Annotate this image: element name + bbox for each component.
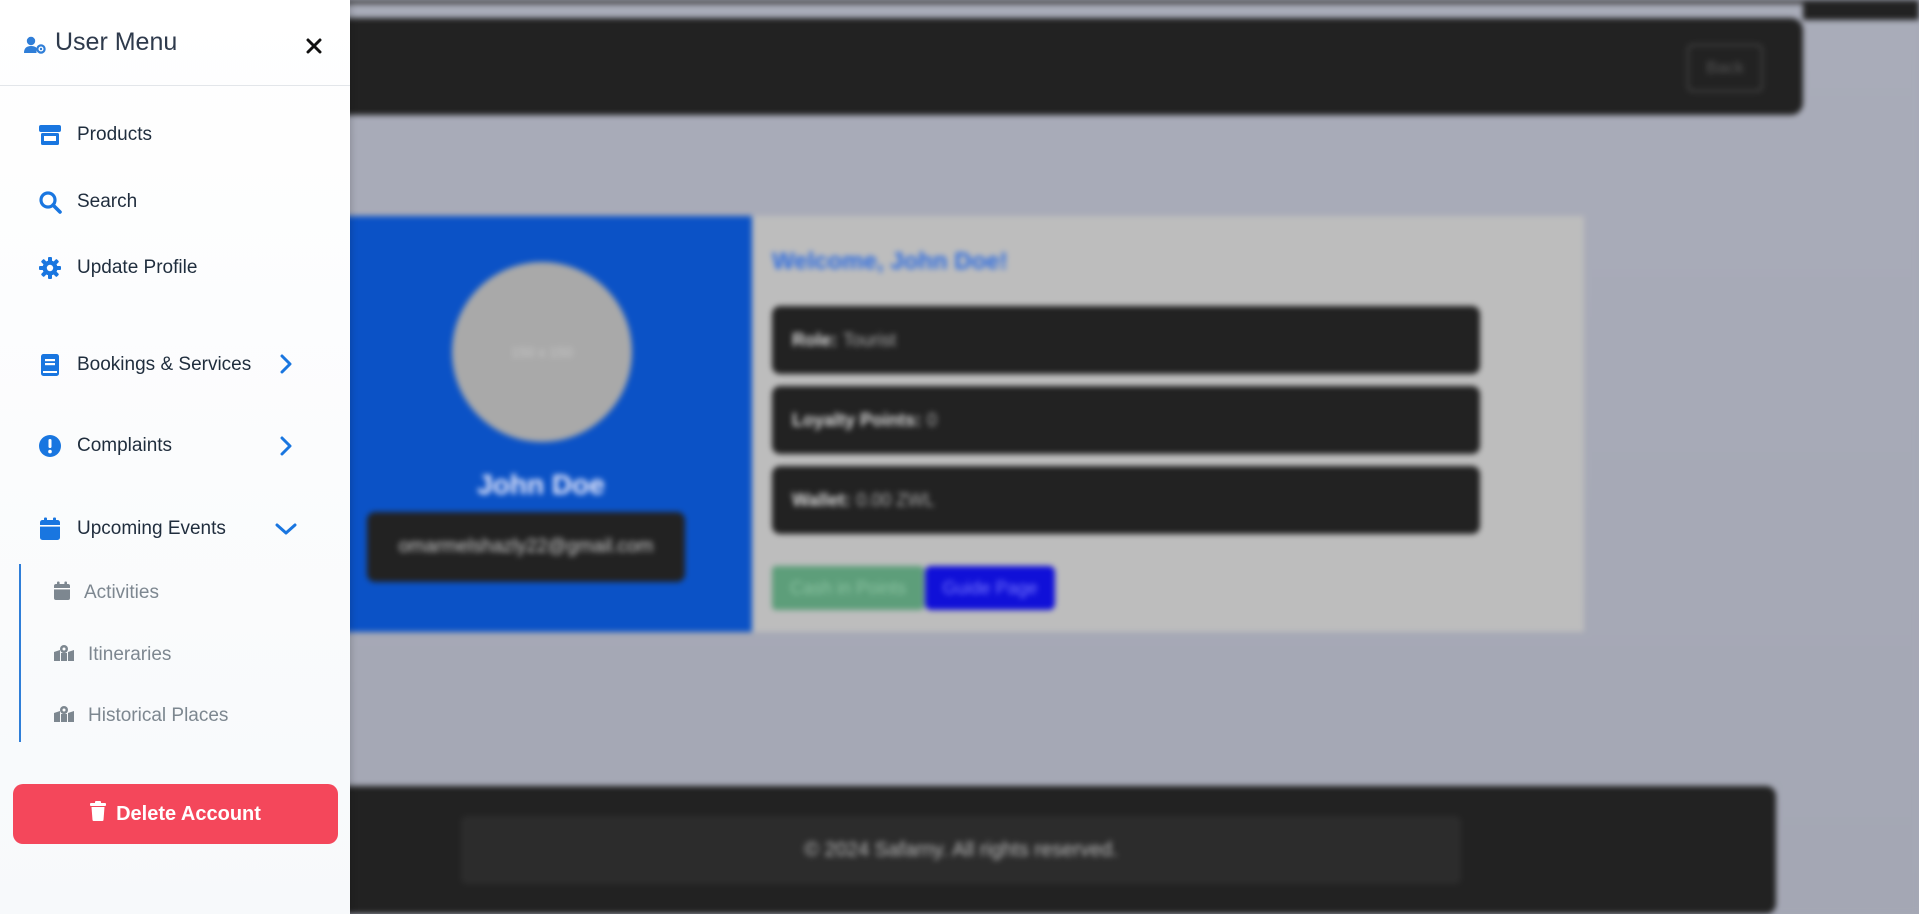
sidebar-item-complaints[interactable]: Complaints (36, 428, 172, 464)
sidebar-title: User Menu (55, 28, 178, 56)
user-menu-sidebar: User Menu Products Search Update Profile… (0, 0, 350, 914)
user-gear-icon (24, 36, 46, 59)
info-label: Role: (792, 329, 837, 350)
info-row-role: Role: Tourist (772, 306, 1480, 374)
info-value: 0.00 ZWL (856, 489, 935, 510)
submenu-item-label: Activities (84, 582, 159, 603)
submenu-item-label: Itineraries (88, 644, 172, 665)
sidebar-item-label: Complaints (77, 435, 173, 456)
back-button[interactable]: Back (1687, 44, 1763, 92)
upcoming-events-submenu: Activities Itineraries Historical Places (19, 564, 321, 742)
chevron-down-icon[interactable] (274, 517, 298, 541)
sidebar-item-update-profile[interactable]: Update Profile (36, 250, 197, 286)
submenu-item-itineraries[interactable]: Itineraries (53, 639, 171, 671)
info-value: Tourist (843, 329, 897, 350)
submenu-item-historical-places[interactable]: Historical Places (53, 700, 228, 732)
sidebar-item-search[interactable]: Search (36, 184, 137, 220)
chevron-right-icon[interactable] (274, 434, 298, 458)
guide-page-button[interactable]: Guide Page (925, 566, 1055, 610)
sidebar-item-label: Update Profile (77, 257, 198, 278)
profile-email: omarmelshazly22@gmail.com (367, 512, 685, 582)
gear-icon (36, 254, 64, 282)
welcome-heading: Welcome, John Doe! (772, 248, 1008, 275)
footer-text: © 2024 Safarny. All rights reserved. (461, 816, 1461, 884)
delete-account-label: Delete Account (116, 802, 261, 825)
footer: © 2024 Safarny. All rights reserved. (330, 786, 1776, 914)
sidebar-item-label: Search (77, 191, 138, 212)
info-label: Loyalty Points: (792, 409, 922, 430)
trash-icon (90, 801, 107, 827)
profile-name: John Doe (477, 469, 605, 500)
search-icon (36, 188, 64, 216)
topbar-strip (1803, 0, 1919, 20)
avatar: 150 x 150 (452, 262, 632, 442)
sidebar-item-bookings-services[interactable]: Bookings & Services (36, 347, 251, 383)
sidebar-item-products[interactable]: Products (36, 117, 152, 153)
store-icon (36, 121, 64, 149)
submenu-item-label: Historical Places (88, 705, 229, 726)
info-row-loyalty: Loyalty Points: 0 (772, 386, 1480, 454)
delete-account-button[interactable]: Delete Account (13, 784, 338, 844)
profile-card-right: Welcome, John Doe! Role: Tourist Loyalty… (752, 216, 1584, 632)
sidebar-header: User Menu (0, 0, 350, 86)
top-navbar: Back (330, 18, 1803, 115)
sidebar-item-label: Bookings & Services (77, 354, 252, 375)
calendar-icon (36, 515, 64, 543)
chevron-right-icon[interactable] (274, 352, 298, 376)
exclamation-circle-icon (36, 432, 64, 460)
book-icon (36, 351, 64, 379)
map-marked-icon (53, 705, 75, 728)
sidebar-item-label: Products (77, 124, 152, 145)
info-row-wallet: Wallet: 0.00 ZWL (772, 466, 1480, 534)
calendar-icon (53, 581, 71, 606)
map-marked-icon (53, 644, 75, 667)
sidebar-item-label: Upcoming Events (77, 518, 226, 539)
sidebar-item-upcoming-events[interactable]: Upcoming Events (36, 511, 226, 547)
cash-in-points-button[interactable]: Cash in Points (772, 566, 924, 610)
info-label: Wallet: (792, 489, 851, 510)
submenu-item-activities[interactable]: Activities (53, 577, 159, 609)
profile-card-left: 150 x 150 John Doe omarmelshazly22@gmail… (330, 216, 752, 632)
close-icon[interactable] (302, 34, 326, 58)
info-value: 0 (927, 409, 938, 430)
